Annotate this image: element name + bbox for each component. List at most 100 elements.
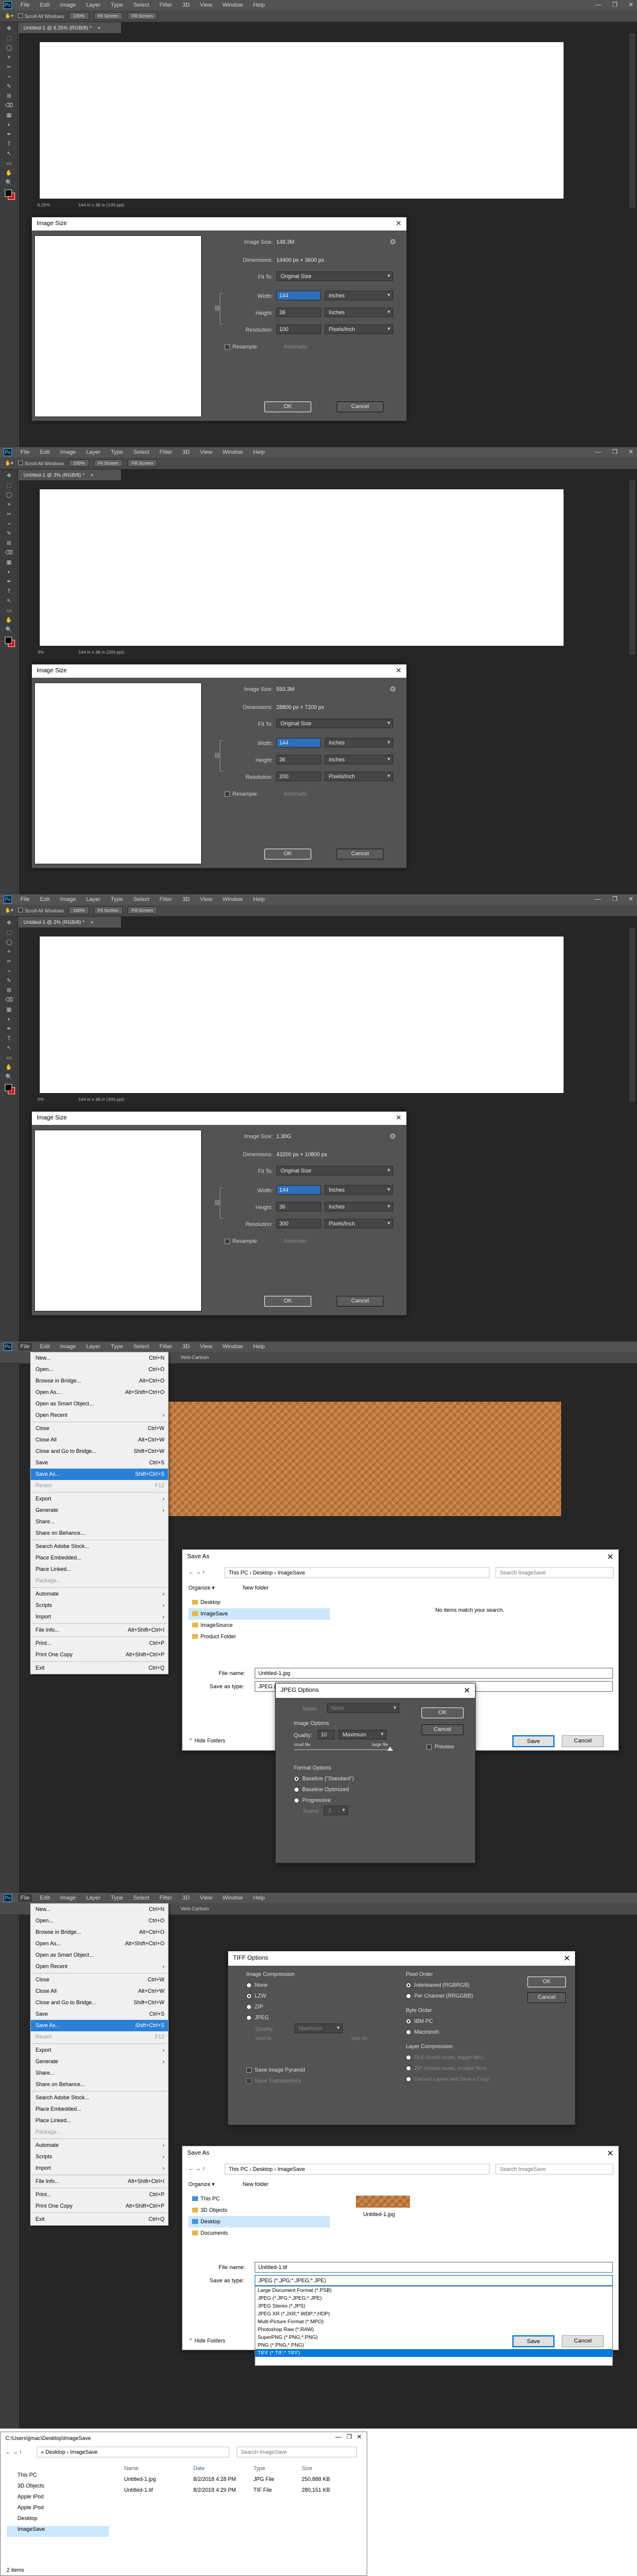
file-menu-item[interactable]: Place Embedded... [31,2104,168,2115]
file-menu-item[interactable]: Package... [31,1575,168,1587]
crop-dimension[interactable]: Vent-Cartoon [181,1355,209,1360]
format-progressive[interactable]: Progressive [294,1797,331,1804]
tree-item[interactable]: Documents [188,2228,330,2239]
width-unit-select[interactable]: Inches [325,1185,393,1195]
tool-icon[interactable]: ⌖ [5,501,13,508]
menu-image[interactable]: Image [60,2,76,8]
search-input[interactable]: Search ImageSave [496,2164,614,2175]
tool-icon[interactable]: ⌫ [5,996,13,1003]
file-row[interactable]: Untitled-1.jpg 8/2/2018 4:28 PM JPG File 25… [121,2474,362,2485]
file-menu-item[interactable]: Save Ctrl+S [31,2008,168,2020]
file-menu-item[interactable]: Share on Behance... [31,2079,168,2090]
file-menu-item[interactable]: Open As... Alt+Shift+Ctrl+O [31,1387,168,1398]
format-baseline-optimized[interactable]: Baseline Optimized [294,1786,349,1793]
tool-icon[interactable]: ⊞ [5,539,13,546]
file-name-input[interactable]: Untitled-1.tif [255,2262,613,2273]
minimize-icon[interactable]: — [595,449,601,456]
tool-icon[interactable]: 🔍 [5,626,13,633]
tree-item-selected[interactable]: Desktop [188,2216,330,2228]
menu-layer[interactable]: Layer [86,1895,101,1901]
resolution-input[interactable]: 300 [276,1219,321,1228]
close-tab-icon[interactable]: × [98,25,101,31]
file-menu-item[interactable]: Import › [31,2163,168,2174]
tool-icon[interactable]: ⊞ [5,986,13,994]
quality-slider[interactable] [294,1747,393,1751]
width-unit-select[interactable]: Inches [325,291,393,300]
quality-level-select[interactable]: Maximum [338,1730,387,1739]
file-name-input[interactable]: Untitled-1.jpg [255,1668,613,1679]
cancel-button[interactable]: Cancel [562,1735,604,1747]
file-menu-item[interactable]: Save Ctrl+S [31,1457,168,1469]
file-menu-item-highlighted[interactable]: Save As... Shift+Ctrl+S [31,2020,168,2031]
menu-select[interactable]: Select [133,896,149,903]
search-input[interactable]: Search ImageSave [237,2447,357,2457]
close-icon[interactable]: ✕ [607,1552,614,1562]
resolution-input[interactable]: 100 [276,324,321,334]
menu-file[interactable]: File [18,1894,33,1902]
zoom-100-button[interactable]: 100% [69,12,89,20]
tool-icon[interactable]: ⌖ [5,54,13,61]
menu-layer[interactable]: Layer [86,2,101,8]
new-folder-button[interactable]: New folder [243,2181,269,2187]
tool-icon[interactable]: ✋ [5,169,13,176]
tool-icon[interactable]: ▦ [5,1006,13,1013]
quality-input[interactable]: 10 [318,1730,335,1739]
file-menu-item[interactable]: Open... Ctrl+O [31,1915,168,1927]
fit-to-select[interactable]: Original Size [276,1166,393,1175]
nav-tree-item[interactable]: ImageSave [7,2526,109,2537]
hide-folders-button[interactable]: ⌃ Hide Folders [188,2338,225,2344]
menu-image[interactable]: Image [60,449,76,456]
menu-3d[interactable]: 3D [182,1895,190,1901]
tool-icon[interactable]: ⌁ [5,967,13,974]
file-menu-item[interactable]: New... Ctrl+N [31,1352,168,1364]
file-menu-item[interactable]: Close Ctrl+W [31,1423,168,1434]
address-bar[interactable]: « Desktop › ImageSave [37,2447,229,2457]
close-icon[interactable]: ✕ [629,2,633,8]
menu-help[interactable]: Help [253,1895,265,1901]
tool-icon[interactable]: ⌁ [5,520,13,527]
menu-edit[interactable]: Edit [40,1895,49,1901]
byte-ibm[interactable]: IBM PC [406,2018,433,2025]
col-size[interactable]: Size [302,2465,312,2471]
close-icon[interactable]: ✕ [629,449,633,456]
fill-screen-button[interactable]: Fill Screen [127,12,158,20]
nav-arrows[interactable]: ← → ↑ [5,2449,22,2455]
file-menu-item[interactable]: Package... [31,2126,168,2138]
scroll-all-checkbox[interactable]: Scroll All Windows [17,460,64,466]
file-menu-item[interactable]: Generate › [31,2056,168,2067]
preview-checkbox[interactable]: Preview [426,1744,454,1750]
width-input[interactable]: 144 [276,1185,321,1195]
fill-screen-button[interactable]: Fill Screen [127,459,158,467]
vertical-scrollbar[interactable] [629,927,635,1102]
foreground-color-swatch[interactable] [5,637,12,644]
restore-icon[interactable]: ❐ [612,2,618,8]
type-option[interactable]: JPEG (*.JPG;*.JPEG;*.JPE) [255,2294,612,2302]
tool-icon[interactable]: T [5,587,13,595]
menu-filter[interactable]: Filter [160,1343,172,1350]
tool-icon[interactable]: ✂ [5,63,13,70]
file-menu-item[interactable]: Share on Behance... [31,1528,168,1539]
tool-icon[interactable]: ◐ [5,568,13,575]
comp-none[interactable]: None [246,1982,268,1989]
type-option[interactable]: TIFF (*.TIF;*.TIFF) [255,2349,612,2357]
resolution-unit-select[interactable]: Pixels/Inch [325,324,393,334]
file-menu-item[interactable]: Automate › [31,1588,168,1600]
height-input[interactable]: 36 [276,308,321,317]
restore-icon[interactable]: ❐ [612,449,618,456]
file-menu-item[interactable]: Scripts › [31,2151,168,2163]
menu-view[interactable]: View [200,1343,212,1350]
tool-icon[interactable]: ◐ [5,1015,13,1023]
format-baseline[interactable]: Baseline ("Standard") [294,1776,354,1782]
height-input[interactable]: 36 [276,755,321,764]
document-canvas[interactable] [40,937,564,1093]
file-menu-item[interactable]: Print One Copy Alt+Shift+Ctrl+P [31,1649,168,1661]
menu-file[interactable]: File [18,1343,33,1351]
tool-icon[interactable]: ✥ [5,25,13,32]
file-menu-item[interactable]: Exit Ctrl+Q [31,1662,168,1674]
tool-icon[interactable]: ✥ [5,919,13,926]
menu-layer[interactable]: Layer [86,896,101,903]
layer-discard[interactable]: Discard Layers and Save a Copy [406,2076,489,2082]
tree-item[interactable]: ImageSource [188,1620,330,1631]
tool-icon[interactable]: ✎ [5,530,13,537]
menu-select[interactable]: Select [133,2,149,8]
